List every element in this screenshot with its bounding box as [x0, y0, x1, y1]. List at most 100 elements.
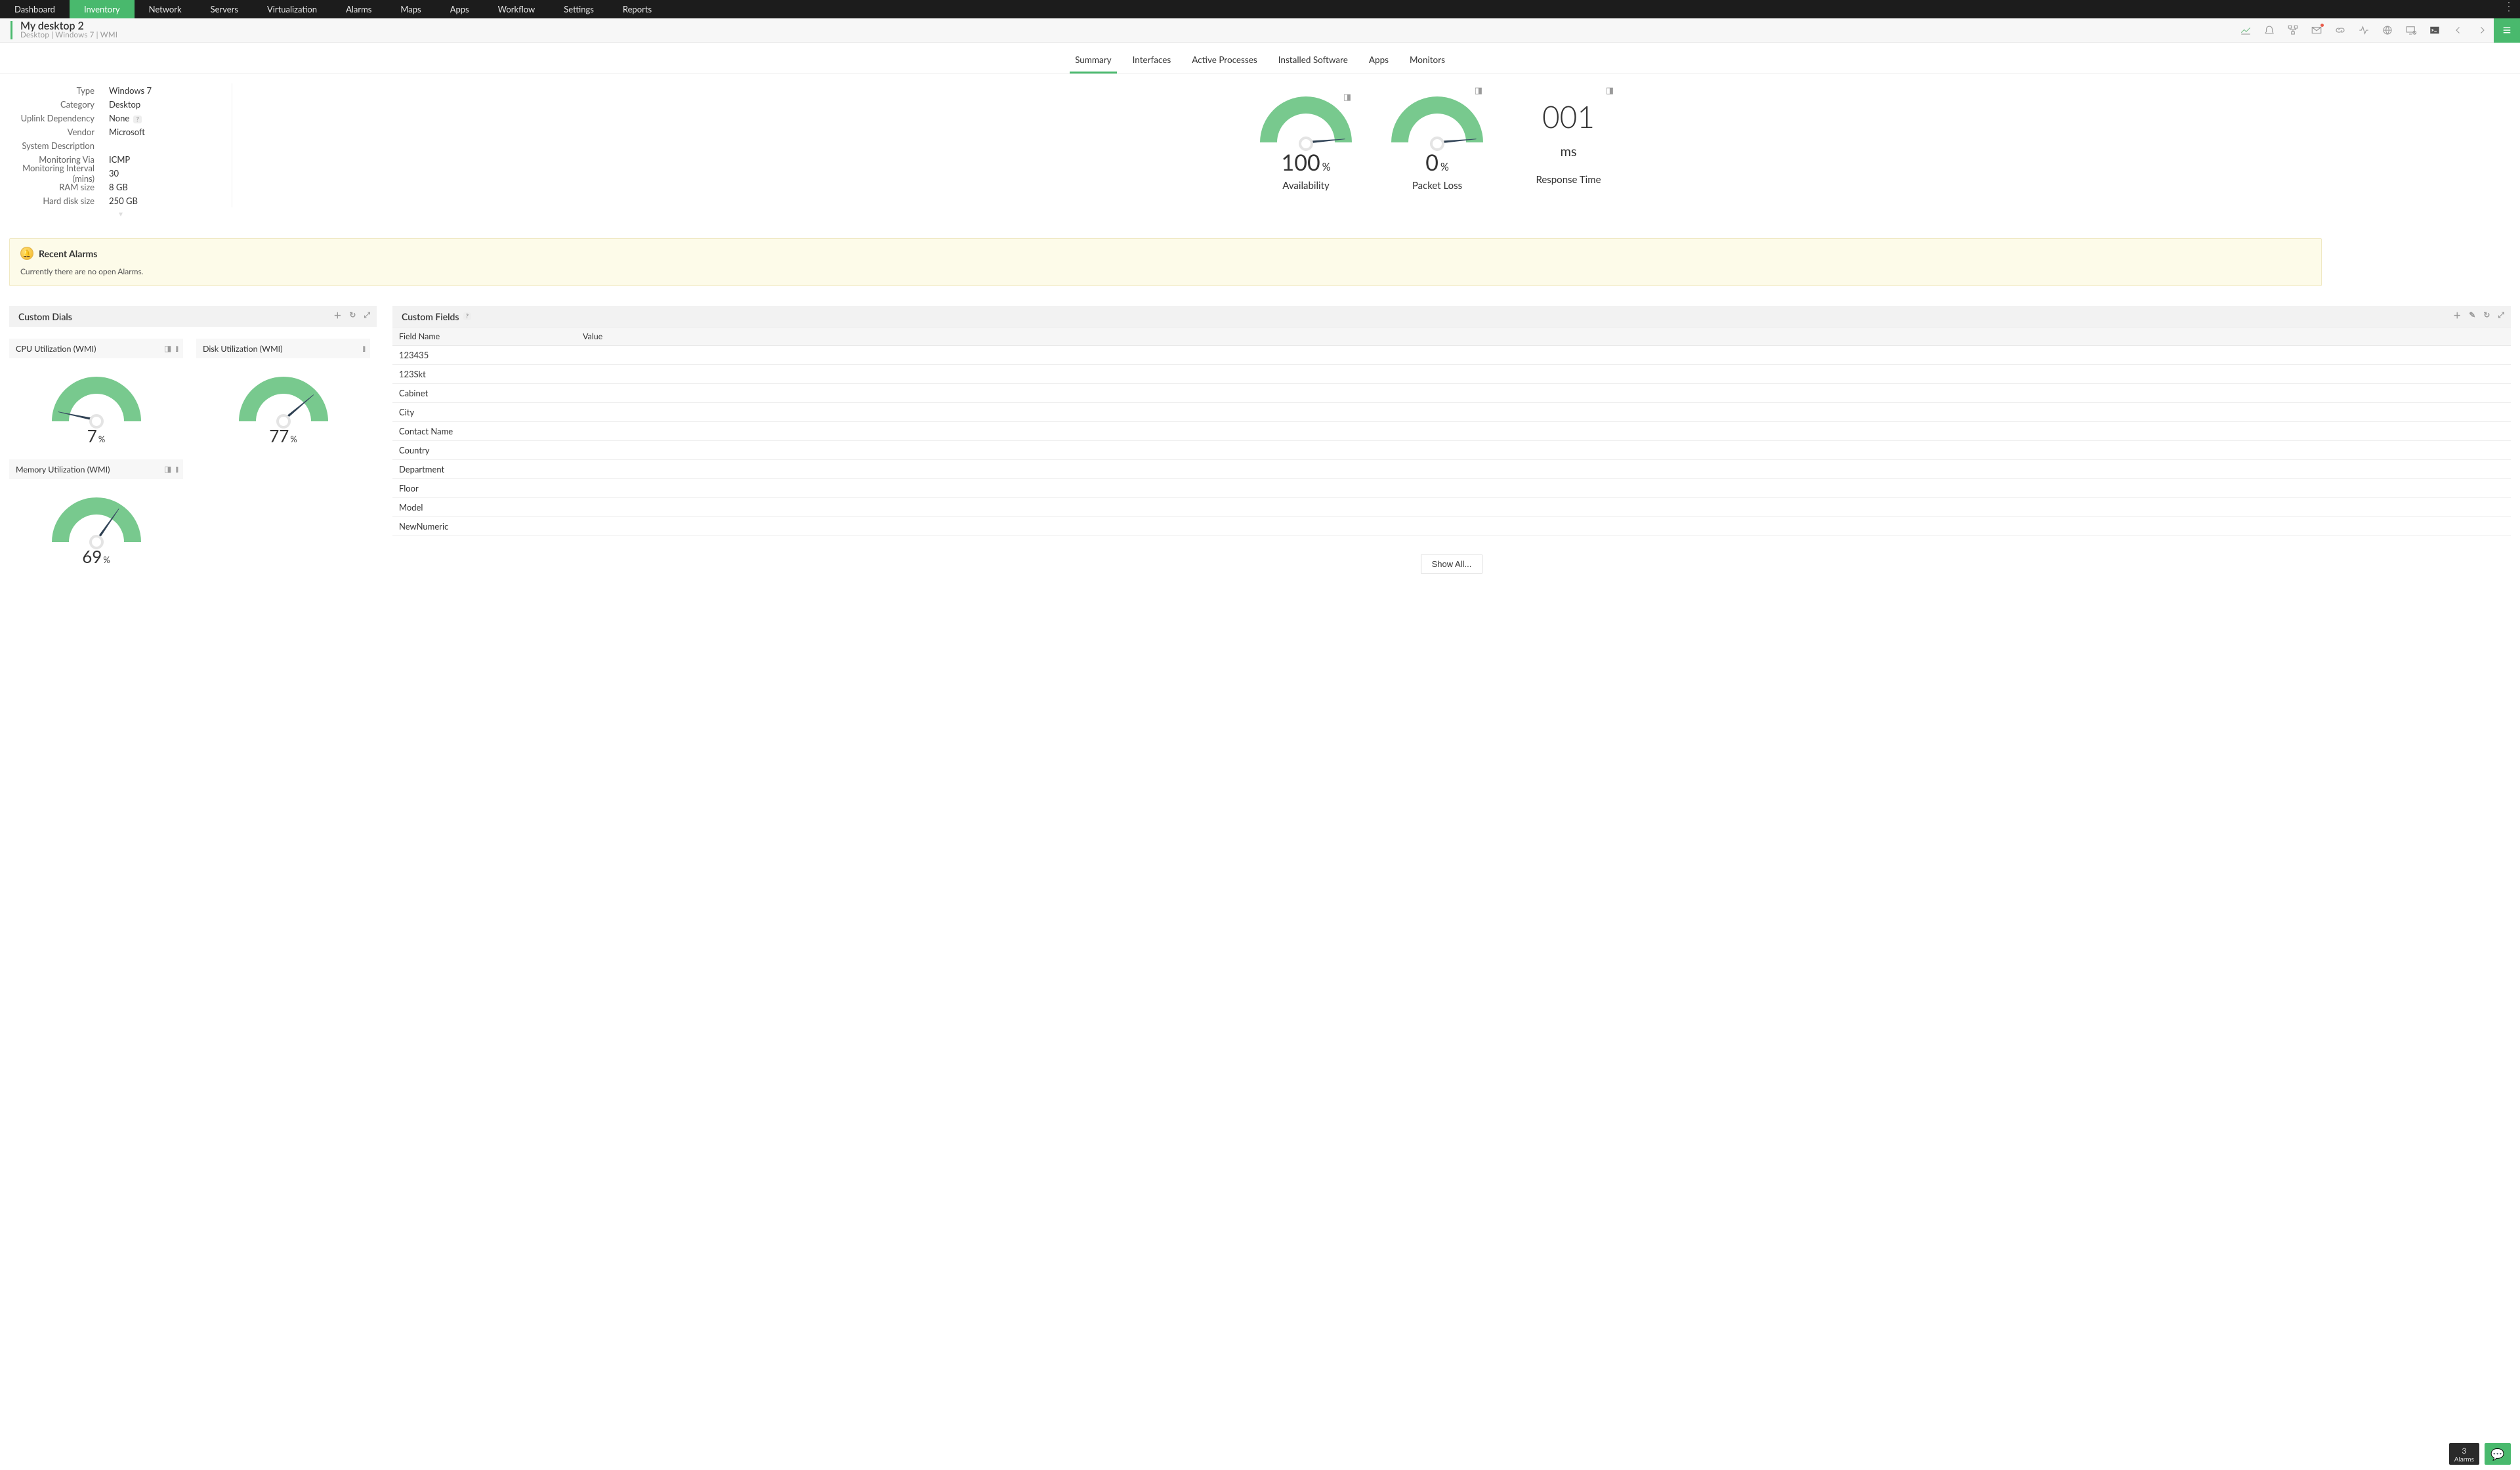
nav-alarms[interactable]: Alarms [331, 0, 386, 18]
nav-servers[interactable]: Servers [196, 0, 253, 18]
show-all-button[interactable]: Show All... [1421, 555, 1483, 574]
device-title: My desktop 2 [20, 20, 117, 32]
info-value: ICMP [109, 154, 130, 165]
add-icon[interactable]: ＋ [2453, 310, 2461, 321]
graph-mini-icon[interactable]: ◨ [1606, 85, 1614, 96]
next-icon[interactable] [2470, 18, 2494, 42]
field-name: Floor [392, 479, 576, 497]
expand-icon[interactable]: ⤢ [364, 310, 370, 321]
field-value [576, 460, 2511, 478]
tab-summary[interactable]: Summary [1070, 51, 1117, 74]
alarm-count-label: Alarms [2454, 1456, 2474, 1463]
info-key: Category [9, 99, 109, 110]
custom-dials-panel: Custom Dials ＋ ↻ ⤢ CPU Utilization (WMI)… [9, 306, 377, 574]
expand-icon[interactable]: ⤢ [2498, 310, 2504, 321]
wmi-icon[interactable]: ◨ [164, 464, 171, 474]
terminal-icon[interactable] [2423, 18, 2446, 42]
recent-alarms-title: Recent Alarms [39, 248, 97, 259]
dial-title: Disk Utilization (WMI) [203, 344, 283, 354]
field-value [576, 479, 2511, 497]
nav-reports[interactable]: Reports [608, 0, 666, 18]
info-value: Desktop [109, 99, 140, 110]
info-value: 8 GB [109, 182, 128, 192]
device-info: TypeWindows 7CategoryDesktopUplink Depen… [9, 83, 232, 207]
tab-active-processes[interactable]: Active Processes [1186, 51, 1262, 74]
bar-chart-icon[interactable]: ⫾⫾ [175, 343, 177, 354]
chart-area-icon[interactable] [2234, 18, 2258, 42]
field-value [576, 384, 2511, 402]
nav-inventory[interactable]: Inventory [70, 0, 135, 18]
bar-chart-icon[interactable]: ⫾⫾ [362, 343, 364, 354]
monitor-remove-icon[interactable] [2399, 18, 2423, 42]
custom-field-row: NewNumeric [392, 517, 2511, 536]
topology-icon[interactable] [2281, 18, 2305, 42]
globe-icon[interactable] [2376, 18, 2399, 42]
dial-card: CPU Utilization (WMI)◨⫾⫾7% [9, 339, 183, 446]
info-key: Monitoring Interval (mins) [9, 163, 109, 184]
info-row: VendorMicrosoft [9, 125, 222, 138]
custom-fields-header: Field Name Value [392, 327, 2511, 346]
nav-virtualization[interactable]: Virtualization [253, 0, 331, 18]
recent-alarms-message: Currently there are no open Alarms. [20, 266, 2311, 276]
nav-apps[interactable]: Apps [436, 0, 484, 18]
add-icon[interactable]: ＋ [333, 310, 341, 321]
mail-icon[interactable] [2305, 18, 2328, 42]
hamburger-menu-icon[interactable] [2494, 18, 2520, 43]
device-header: My desktop 2 Desktop | Windows 7 | WMI [0, 18, 2520, 43]
prev-icon[interactable] [2446, 18, 2470, 42]
availability-gauge: ◨ 100% Availability [1250, 96, 1362, 192]
field-name: Country [392, 441, 576, 459]
dial-gauge [52, 497, 141, 542]
device-meta: Desktop | Windows 7 | WMI [20, 32, 117, 40]
nav-workflow[interactable]: Workflow [484, 0, 550, 18]
wmi-icon[interactable]: ◨ [164, 343, 171, 354]
info-key: Type [9, 85, 109, 96]
field-value [576, 498, 2511, 516]
response-unit: ms [1513, 144, 1624, 159]
field-name: City [392, 403, 576, 421]
info-key: System Description [9, 140, 109, 151]
nav-network[interactable]: Network [135, 0, 196, 18]
device-tabs: Summary Interfaces Active Processes Install… [0, 43, 2520, 74]
custom-field-row: Model [392, 498, 2511, 517]
refresh-icon[interactable]: ↻ [2483, 310, 2490, 321]
refresh-icon[interactable]: ↻ [349, 310, 356, 321]
chat-icon[interactable]: 💬 [2485, 1443, 2511, 1465]
col-value: Value [576, 327, 2511, 345]
dial-card: Memory Utilization (WMI)◨⫾⫾69% [9, 459, 183, 567]
info-row: CategoryDesktop [9, 97, 222, 111]
expand-info-icon[interactable]: ▾ [9, 209, 232, 219]
activity-icon[interactable] [2352, 18, 2376, 42]
dial-header: Memory Utilization (WMI)◨⫾⫾ [9, 459, 183, 479]
nav-maps[interactable]: Maps [386, 0, 435, 18]
packetloss-unit: % [1440, 161, 1449, 173]
help-icon[interactable]: ? [463, 312, 472, 320]
info-value: Windows 7 [109, 85, 152, 96]
alarm-count: 3 [2454, 1446, 2474, 1456]
field-name: Model [392, 498, 576, 516]
dial-header: Disk Utilization (WMI) ⫾⫾ [196, 339, 370, 358]
response-label: Response Time [1513, 174, 1624, 186]
tab-installed-software[interactable]: Installed Software [1273, 51, 1353, 74]
tab-interfaces[interactable]: Interfaces [1127, 51, 1177, 74]
kebab-menu-icon[interactable]: ⋮ [2503, 3, 2515, 9]
custom-field-row: Country [392, 441, 2511, 460]
nav-dashboard[interactable]: Dashboard [0, 0, 70, 18]
info-value: None? [109, 113, 142, 123]
field-name: 123435 [392, 346, 576, 364]
info-row: Monitoring Interval (mins)30 [9, 166, 222, 180]
edit-icon[interactable]: ✎ [2469, 310, 2475, 321]
alarm-bell-icon: 🔔 [20, 247, 33, 260]
alarm-bell-icon[interactable] [2258, 18, 2281, 42]
tab-apps[interactable]: Apps [1364, 51, 1394, 74]
dial-header: CPU Utilization (WMI)◨⫾⫾ [9, 339, 183, 358]
bar-chart-icon[interactable]: ⫾⫾ [175, 464, 177, 474]
help-icon[interactable]: ? [133, 116, 141, 123]
link-icon[interactable] [2328, 18, 2352, 42]
alarm-count-box[interactable]: 3 Alarms [2449, 1443, 2479, 1465]
tab-monitors[interactable]: Monitors [1404, 51, 1450, 74]
graph-mini-icon[interactable]: ◨ [1475, 85, 1482, 96]
dial-card: Disk Utilization (WMI)⫾⫾77% [196, 339, 370, 446]
nav-settings[interactable]: Settings [549, 0, 608, 18]
info-row: TypeWindows 7 [9, 83, 222, 97]
